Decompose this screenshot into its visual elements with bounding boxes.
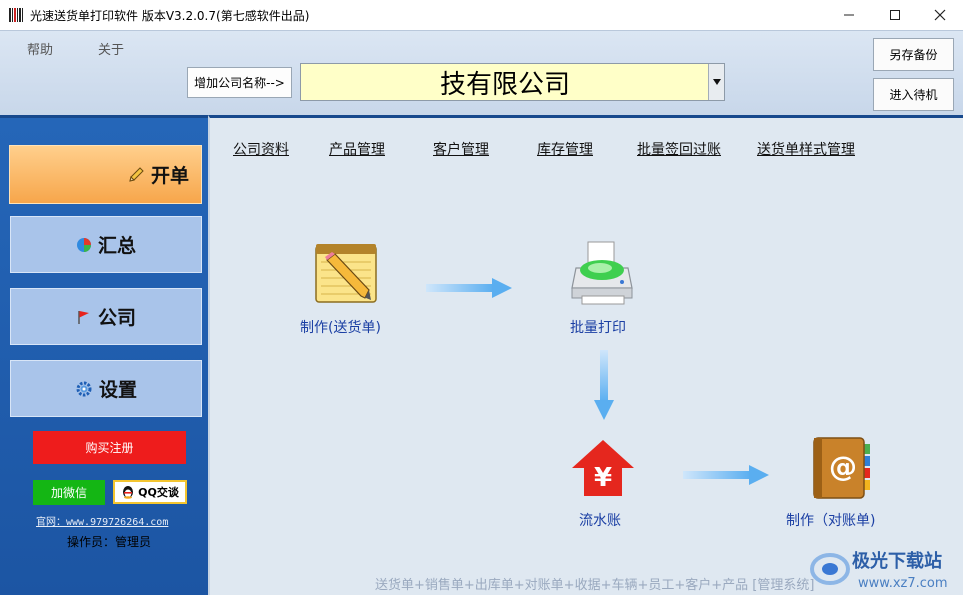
sidebar-item-label: 设置 — [98, 379, 137, 401]
title-bar: 光速送货单打印软件 版本V3.2.0.7(第七感软件出品) — [0, 0, 963, 30]
buy-register-button[interactable]: 购买注册 — [33, 431, 186, 464]
sidebar-item-company[interactable]: 公司 — [10, 288, 202, 345]
add-company-button[interactable]: 增加公司名称--> — [187, 67, 292, 98]
barcode-icon — [9, 8, 23, 22]
gear-icon — [76, 381, 92, 396]
sidebar-item-settings[interactable]: 设置 — [10, 360, 202, 417]
qq-chat-button[interactable]: QQ交谈 — [113, 480, 187, 504]
menu-about[interactable]: 关于 — [98, 39, 124, 58]
footer-text: 送货单+销售单+出库单+对账单+收据+车辆+员工+客户+产品 [管理系统] — [375, 578, 815, 593]
flag-icon — [78, 310, 89, 324]
close-button[interactable] — [917, 0, 963, 30]
sidebar-item-summary[interactable]: 汇总 — [10, 216, 202, 273]
watermark-logo: 极光下载站 www.xz7.com — [810, 550, 948, 591]
website-link[interactable]: 官网：www.979726264.com — [36, 513, 168, 528]
company-select[interactable]: 技有限公司 — [300, 63, 725, 101]
tab-customer-management[interactable]: 客户管理 — [433, 139, 489, 159]
sidebar-item-label: 开单 — [150, 165, 189, 187]
close-icon — [934, 9, 946, 21]
qq-chat-label: QQ交谈 — [138, 486, 179, 499]
arrow-down-icon — [594, 350, 614, 420]
company-dropdown-button[interactable] — [708, 64, 724, 100]
main-panel: 公司资料 产品管理 客户管理 库存管理 批量签回过账 送货单样式管理 制作(送货… — [208, 115, 963, 595]
arrow-right-icon — [426, 278, 512, 298]
make-delivery-label[interactable]: 制作(送货单) — [300, 317, 381, 337]
batch-print-label[interactable]: 批量打印 — [570, 317, 626, 337]
minimize-button[interactable] — [826, 0, 872, 30]
company-name-value: 技有限公司 — [439, 69, 570, 100]
notepad-pencil-icon[interactable] — [313, 240, 379, 306]
sidebar-item-label: 公司 — [97, 307, 136, 329]
make-statement-label[interactable]: 制作（对账单) — [786, 510, 875, 530]
pie-chart-icon — [76, 237, 91, 252]
address-book-icon[interactable]: @ — [810, 434, 874, 500]
watermark-name: 极光下载站 — [852, 550, 942, 572]
minimize-icon — [844, 14, 854, 16]
yen-house-icon[interactable]: ¥ — [570, 438, 636, 498]
tab-product-management[interactable]: 产品管理 — [329, 139, 385, 159]
operator-label: 操作员：管理员 — [67, 535, 152, 549]
ledger-label[interactable]: 流水账 — [579, 510, 621, 530]
svg-text:¥: ¥ — [594, 463, 612, 493]
sidebar: 开单 汇总 公司 设置 购买注册 加微信 QQ交谈 官网：www.9797262… — [0, 115, 208, 595]
window-title: 光速送货单打印软件 版本V3.2.0.7(第七感软件出品) — [30, 9, 310, 23]
save-backup-button[interactable]: 另存备份 — [873, 38, 954, 71]
svg-text:@: @ — [829, 450, 857, 483]
menu-help[interactable]: 帮助 — [27, 39, 53, 58]
printer-icon[interactable] — [570, 238, 636, 308]
tab-delivery-template[interactable]: 送货单样式管理 — [757, 139, 855, 159]
qq-penguin-icon — [123, 486, 134, 499]
maximize-button[interactable] — [872, 0, 918, 30]
chevron-down-icon — [712, 79, 721, 85]
tab-company-info[interactable]: 公司资料 — [233, 139, 289, 159]
tab-batch-signback[interactable]: 批量签回过账 — [637, 139, 721, 159]
toolbar: 帮助 关于 增加公司名称--> 技有限公司 另存备份 进入待机 — [0, 30, 963, 115]
standby-button[interactable]: 进入待机 — [873, 78, 954, 111]
add-wechat-button[interactable]: 加微信 — [33, 480, 105, 505]
sidebar-item-label: 汇总 — [97, 235, 136, 257]
maximize-icon — [890, 10, 900, 20]
arrow-right-icon — [683, 465, 769, 485]
tab-inventory-management[interactable]: 库存管理 — [537, 139, 593, 159]
pencil-icon — [129, 166, 144, 182]
sidebar-item-open-order[interactable]: 开单 — [9, 145, 202, 204]
watermark-url: www.xz7.com — [858, 576, 948, 591]
